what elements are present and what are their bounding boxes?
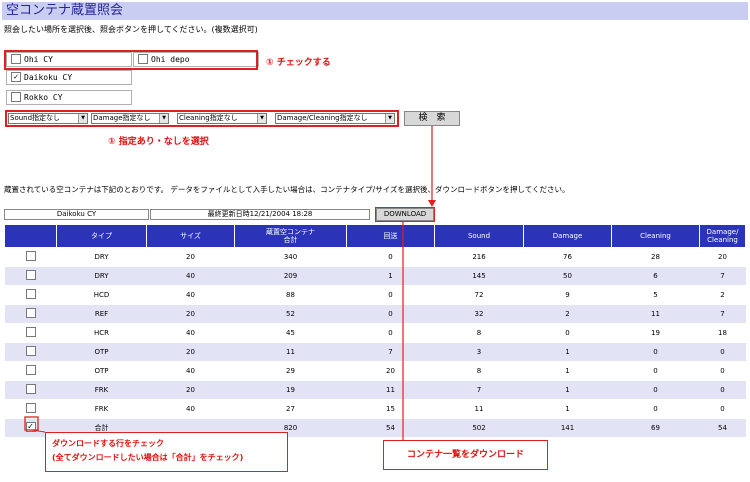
annotation-download: コンテナ一覧をダウンロード xyxy=(383,440,548,470)
annotation-arrows xyxy=(24,126,436,440)
annotation-row-check: ダウンロードする行をチェック (全てダウンロードしたい場合は「合計」をチェック) xyxy=(45,432,288,472)
